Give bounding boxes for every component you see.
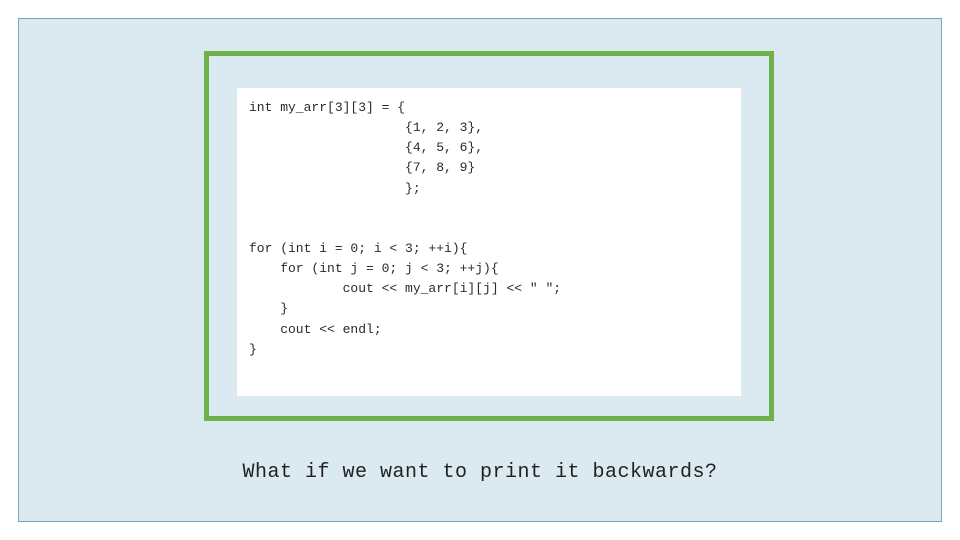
slide-panel: int my_arr[3][3] = { {1, 2, 3}, {4, 5, 6… [18, 18, 942, 522]
code-area: int my_arr[3][3] = { {1, 2, 3}, {4, 5, 6… [237, 88, 741, 396]
code-snippet: int my_arr[3][3] = { {1, 2, 3}, {4, 5, 6… [237, 88, 741, 370]
code-frame: int my_arr[3][3] = { {1, 2, 3}, {4, 5, 6… [204, 51, 774, 421]
slide: int my_arr[3][3] = { {1, 2, 3}, {4, 5, 6… [0, 0, 960, 540]
caption-text: What if we want to print it backwards? [19, 461, 941, 484]
